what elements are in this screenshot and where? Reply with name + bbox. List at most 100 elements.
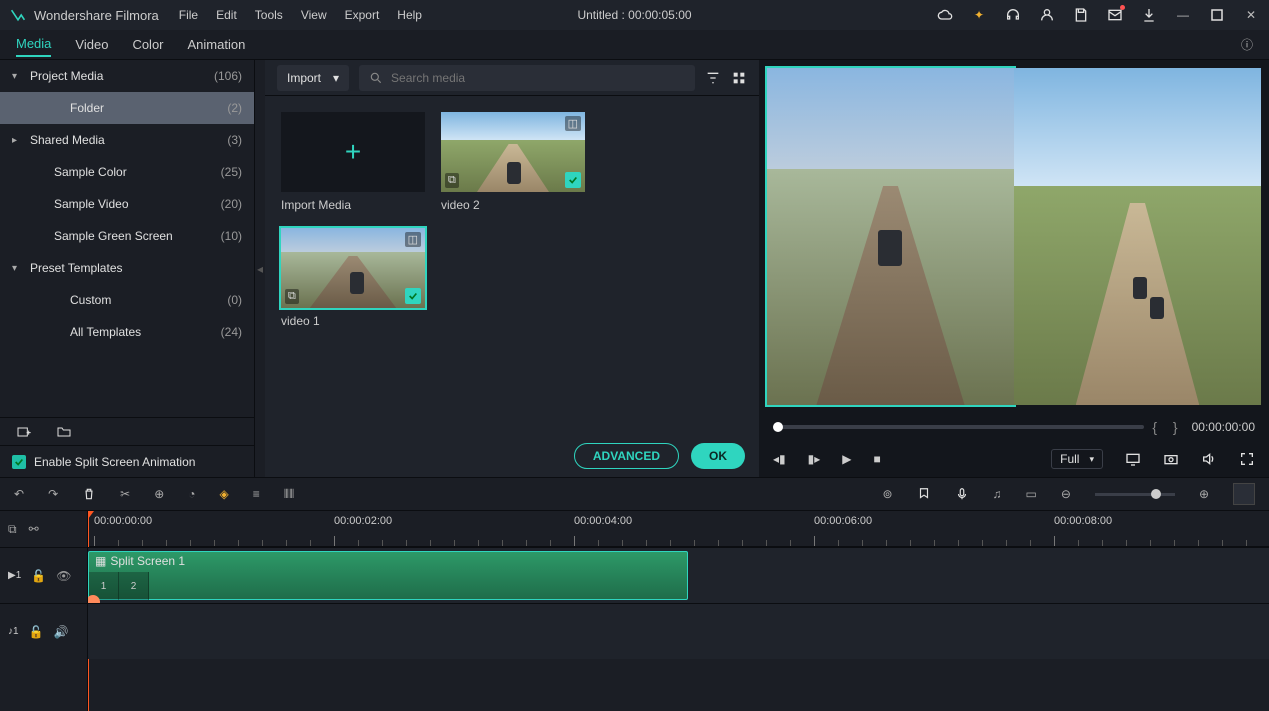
record-voice-icon[interactable] — [955, 487, 969, 501]
maximize-icon[interactable] — [1209, 7, 1225, 23]
audio-mixer-icon[interactable]: ♫ — [993, 487, 1002, 501]
enable-split-checkbox[interactable] — [12, 455, 26, 469]
in-out-brackets[interactable]: { } — [1152, 419, 1183, 435]
crop-icon[interactable]: ⊕ — [154, 487, 164, 501]
video-track-header[interactable]: ▶1 🔓 👁 — [0, 547, 87, 603]
clip-split-screen[interactable]: ▦Split Screen 1 1 2 — [88, 551, 688, 600]
timeline-tracks[interactable]: 00:00:00:0000:00:02:0000:00:04:0000:00:0… — [88, 511, 1269, 711]
search-box[interactable] — [359, 65, 695, 91]
import-media-thumb[interactable]: + — [281, 112, 425, 192]
menu-file[interactable]: File — [179, 8, 198, 22]
mail-icon[interactable] — [1107, 7, 1123, 23]
seek-bar[interactable] — [773, 425, 1144, 429]
mute-icon[interactable]: 🔊 — [54, 625, 69, 639]
media-thumb-video2[interactable]: ◫ ⧉ — [441, 112, 585, 192]
media-card-video2[interactable]: ◫ ⧉ video 2 — [441, 112, 585, 212]
timeline-ruler[interactable]: 00:00:00:0000:00:02:0000:00:04:0000:00:0… — [88, 511, 1269, 547]
audio-wave-icon[interactable]: ⦀⦀ — [284, 487, 295, 502]
preview-right-slot[interactable] — [1014, 68, 1261, 405]
split-icon[interactable]: ✂ — [120, 487, 130, 501]
eye-icon[interactable]: 👁 — [56, 569, 71, 583]
fullscreen-icon[interactable] — [1239, 451, 1255, 467]
search-input[interactable] — [391, 71, 685, 85]
display-icon[interactable] — [1125, 451, 1141, 467]
zoom-slider[interactable] — [1095, 493, 1175, 496]
speed-icon[interactable]: ◔ — [188, 487, 195, 501]
step-forward-icon[interactable]: ▮▸ — [808, 452, 821, 466]
render-icon[interactable]: ⊚ — [882, 487, 892, 501]
advanced-button[interactable]: ADVANCED — [574, 443, 679, 469]
media-thumb-video1[interactable]: ◫ ⧉ — [281, 228, 425, 308]
tree-item-all-templates[interactable]: All Templates(24) — [0, 316, 254, 348]
tree-item-project-media[interactable]: ▾Project Media(106) — [0, 60, 254, 92]
tree-item-folder[interactable]: Folder(2) — [0, 92, 254, 124]
play-icon[interactable]: ▶ — [842, 452, 851, 466]
zoom-in-icon[interactable]: ⊕ — [1199, 487, 1209, 501]
tree-item-sample-color[interactable]: Sample Color(25) — [0, 156, 254, 188]
enable-split-row[interactable]: Enable Split Screen Animation — [0, 445, 254, 477]
user-icon[interactable] — [1039, 7, 1055, 23]
quality-dropdown[interactable]: Full▾ — [1051, 449, 1103, 469]
ratio-icon[interactable]: ▭ — [1026, 487, 1037, 501]
headphones-icon[interactable] — [1005, 7, 1021, 23]
lock-icon[interactable]: 🔓 — [29, 625, 44, 639]
menu-help[interactable]: Help — [397, 8, 422, 22]
cloud-icon[interactable] — [937, 7, 953, 23]
tree-item-preset-templates[interactable]: ▾Preset Templates — [0, 252, 254, 284]
download-icon[interactable] — [1141, 7, 1157, 23]
volume-icon[interactable] — [1201, 451, 1217, 467]
new-project-folder-icon[interactable] — [16, 424, 32, 440]
timeline: ⧉ ⚯ ▶1 🔓 👁 ♪1 🔓 🔊 00:00:00:0000:00:02:00… — [0, 511, 1269, 711]
close-icon[interactable]: ✕ — [1243, 7, 1259, 23]
snapshot-icon[interactable] — [1163, 451, 1179, 467]
timeline-view-toggle[interactable] — [1233, 483, 1255, 505]
tree-item-custom[interactable]: Custom(0) — [0, 284, 254, 316]
track-manager-icon[interactable]: ⧉ — [8, 522, 17, 537]
preview-left-slot[interactable] — [767, 68, 1014, 405]
tab-media[interactable]: Media — [16, 32, 51, 57]
tree-item-sample-video[interactable]: Sample Video(20) — [0, 188, 254, 220]
panel-resize-handle[interactable]: ◂ — [255, 60, 265, 477]
sparkle-icon[interactable]: ✦ — [971, 7, 987, 23]
grid-view-icon[interactable] — [731, 70, 747, 86]
tree-item-shared-media[interactable]: ▸Shared Media(3) — [0, 124, 254, 156]
audio-track-header[interactable]: ♪1 🔓 🔊 — [0, 603, 87, 659]
menu-edit[interactable]: Edit — [216, 8, 237, 22]
import-media-card[interactable]: + Import Media — [281, 112, 425, 212]
video-track-lane[interactable]: ▦Split Screen 1 1 2 — [88, 547, 1269, 603]
menu-tools[interactable]: Tools — [255, 8, 283, 22]
import-dropdown[interactable]: Import ▾ — [277, 65, 349, 91]
media-card-video1[interactable]: ◫ ⧉ video 1 — [281, 228, 425, 328]
preview-area[interactable] — [759, 60, 1269, 413]
link-icon[interactable]: ⚯ — [29, 522, 39, 536]
seek-knob[interactable] — [773, 422, 783, 432]
add-to-timeline-icon[interactable]: ⧉ — [285, 289, 299, 304]
menu-export[interactable]: Export — [345, 8, 380, 22]
marker-icon[interactable] — [917, 487, 931, 501]
zoom-out-icon[interactable]: ⊖ — [1061, 487, 1071, 501]
video-track-label: ▶1 — [8, 570, 21, 581]
keyframe-icon[interactable]: ◈ — [220, 487, 229, 501]
minimize-icon[interactable]: — — [1175, 7, 1191, 23]
stop-icon[interactable]: ■ — [874, 452, 881, 466]
lock-icon[interactable]: 🔓 — [31, 569, 46, 583]
help-icon[interactable]: ⓘ — [1241, 36, 1253, 53]
add-to-timeline-icon[interactable]: ⧉ — [445, 173, 459, 188]
save-icon[interactable] — [1073, 7, 1089, 23]
tab-video[interactable]: Video — [75, 33, 108, 56]
zoom-knob[interactable] — [1151, 489, 1161, 499]
adjust-icon[interactable]: ≡ — [253, 487, 260, 501]
redo-icon[interactable]: ↷ — [48, 487, 58, 501]
ok-button[interactable]: OK — [691, 443, 745, 469]
undo-icon[interactable]: ↶ — [14, 487, 24, 501]
delete-icon[interactable] — [82, 487, 96, 501]
tab-color[interactable]: Color — [132, 33, 163, 56]
audio-track-lane[interactable] — [88, 603, 1269, 659]
tab-animation[interactable]: Animation — [188, 33, 246, 56]
tree-item-sample-green-screen[interactable]: Sample Green Screen(10) — [0, 220, 254, 252]
step-back-icon[interactable]: ◂▮ — [773, 452, 786, 466]
filter-icon[interactable] — [705, 70, 721, 86]
menu-view[interactable]: View — [301, 8, 327, 22]
new-folder-icon[interactable] — [56, 424, 72, 440]
clip-slot-2[interactable]: 2 — [119, 572, 149, 600]
